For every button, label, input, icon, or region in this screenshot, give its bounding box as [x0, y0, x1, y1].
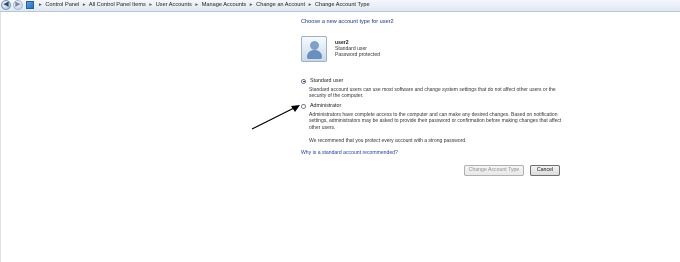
breadcrumb: ▸ Control Panel ▸ All Control Panel Item…	[37, 0, 370, 11]
cancel-button[interactable]: Cancel	[530, 165, 560, 176]
forward-button[interactable]: ▶	[13, 0, 23, 10]
breadcrumb-separator: ▸	[82, 2, 86, 8]
option-standard-user[interactable]: Standard user	[301, 78, 343, 84]
window-edge	[0, 12, 1, 262]
standard-user-description: Standard account users can use most soft…	[309, 87, 579, 100]
description-line: settings, administrators may be asked to…	[309, 118, 562, 125]
breadcrumb-separator: ▸	[308, 2, 312, 8]
administrator-description: Administrators have complete access to t…	[309, 112, 579, 131]
change-account-type-button[interactable]: Change Account Type	[464, 165, 524, 176]
back-arrow-icon: ◀	[3, 1, 9, 8]
breadcrumb-change-an-account[interactable]: Change an Account	[256, 2, 305, 8]
control-panel-icon	[26, 1, 34, 9]
breadcrumb-separator: ▸	[149, 2, 153, 8]
standard-user-radio[interactable]	[301, 78, 306, 84]
annotation-arrow-icon	[251, 105, 300, 130]
password-recommendation: We recommend that you protect every acco…	[309, 138, 467, 144]
breadcrumb-user-accounts[interactable]: User Accounts	[156, 2, 192, 8]
description-line: other users.	[309, 124, 336, 131]
forward-arrow-icon: ▶	[15, 1, 21, 8]
breadcrumb-change-account-type[interactable]: Change Account Type	[315, 2, 370, 8]
breadcrumb-control-panel[interactable]: Control Panel	[45, 2, 79, 8]
address-bar: ◀ ▶ ▸ Control Panel ▸ All Control Panel …	[0, 0, 680, 12]
help-link[interactable]: Why is a standard account recommended?	[301, 150, 398, 156]
breadcrumb-all-control-panel-items[interactable]: All Control Panel Items	[89, 2, 146, 8]
description-line: security of the computer.	[309, 93, 364, 100]
administrator-label: Administrator	[310, 103, 342, 109]
user-avatar-icon	[301, 36, 327, 62]
option-administrator[interactable]: Administrator	[301, 103, 341, 109]
breadcrumb-separator: ▸	[195, 2, 199, 8]
page-title: Choose a new account type for user2	[301, 19, 394, 25]
account-status: Password protected	[335, 52, 381, 58]
breadcrumb-manage-accounts[interactable]: Manage Accounts	[202, 2, 246, 8]
back-button[interactable]: ◀	[1, 0, 11, 10]
breadcrumb-separator: ▸	[39, 2, 42, 8]
account-info: user2 Standard user Password protected	[335, 40, 380, 58]
standard-user-label: Standard user	[310, 78, 344, 84]
breadcrumb-separator: ▸	[249, 2, 253, 8]
